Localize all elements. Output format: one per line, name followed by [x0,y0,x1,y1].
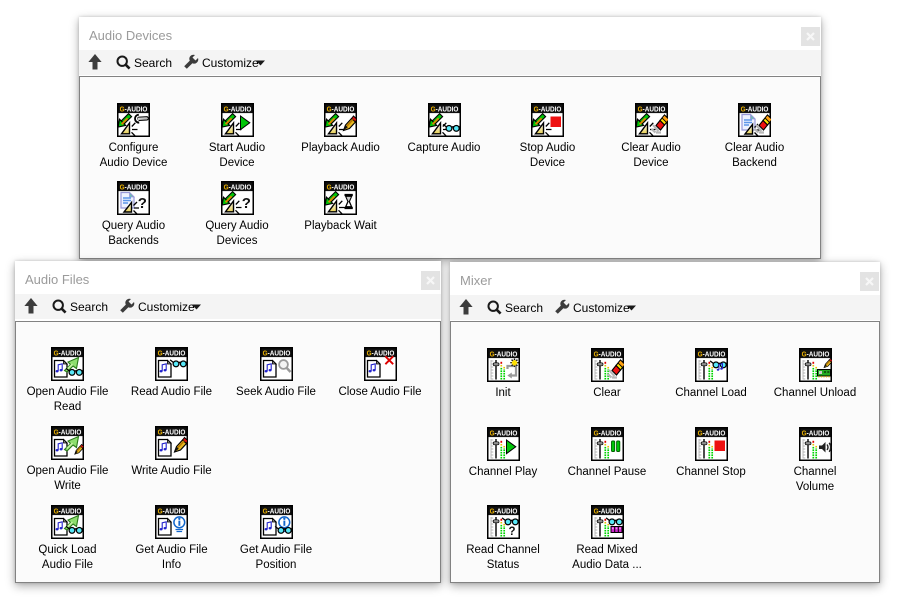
svg-text:?: ? [508,526,515,538]
